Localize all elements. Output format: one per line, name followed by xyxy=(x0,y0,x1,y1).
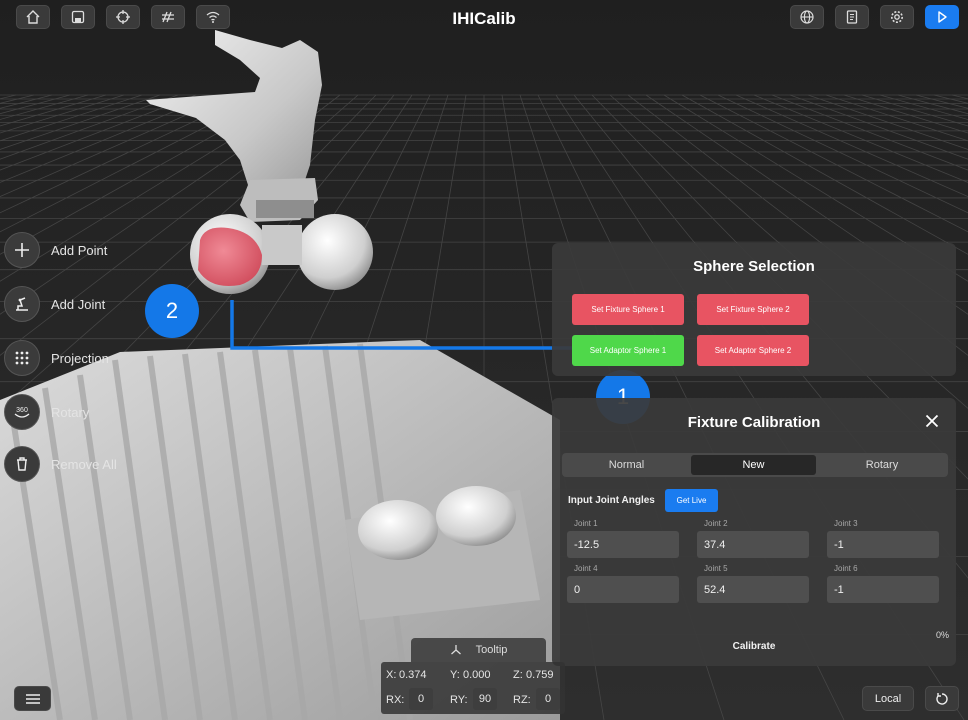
reset-icon xyxy=(936,692,948,705)
robot-joint-icon xyxy=(16,297,28,311)
document-icon xyxy=(846,10,858,24)
dot-matrix-icon xyxy=(15,351,29,365)
calibrate-button[interactable]: Calibrate xyxy=(552,634,956,658)
svg-text:360: 360 xyxy=(16,407,28,414)
input-joint-angles-label: Input Joint Angles xyxy=(568,495,655,506)
tool-projection[interactable]: Projection xyxy=(4,340,109,376)
tool-rotary[interactable]: 360 Rotary xyxy=(4,394,89,430)
trash-icon xyxy=(17,457,27,471)
wifi-icon xyxy=(206,11,220,23)
joint-5-label: Joint 5 xyxy=(704,564,728,573)
tool-label: Rotary xyxy=(51,404,90,420)
tool-label: Remove All xyxy=(51,456,117,472)
tool-circle xyxy=(4,286,40,322)
coordinates-hud: X: 0.374 Y: 0.000 Z: 0.759 RX: 0 RY: 90 … xyxy=(381,662,565,714)
grid-button[interactable] xyxy=(151,5,185,29)
home-icon xyxy=(26,10,40,24)
rx-label: RX: xyxy=(386,694,405,706)
gear-icon xyxy=(891,11,903,23)
crosshair-icon xyxy=(116,10,130,24)
panel-title: Sphere Selection xyxy=(693,258,815,275)
joint-3-field[interactable]: -1 xyxy=(827,531,939,558)
target-button[interactable] xyxy=(106,5,140,29)
tool-add-joint[interactable]: Add Joint xyxy=(4,286,105,322)
tool-circle xyxy=(4,446,40,482)
menu-button[interactable] xyxy=(14,686,51,711)
tool-circle xyxy=(4,232,40,268)
joint-1-label: Joint 1 xyxy=(574,519,598,528)
fixture-calibration-panel: Fixture Calibration Normal New Rotary In… xyxy=(552,398,956,666)
save-button[interactable] xyxy=(61,5,95,29)
reset-view-button[interactable] xyxy=(925,686,959,711)
run-button[interactable] xyxy=(925,5,959,29)
rz-field[interactable]: 0 xyxy=(536,688,560,710)
joint-6-label: Joint 6 xyxy=(834,564,858,573)
tool-add-point[interactable]: Add Point xyxy=(4,232,107,268)
frame-toggle-button[interactable]: Local xyxy=(862,686,914,711)
globe-icon xyxy=(800,10,814,24)
save-icon xyxy=(71,10,85,24)
joint-4-label: Joint 4 xyxy=(574,564,598,573)
home-button[interactable] xyxy=(16,5,50,29)
tool-label: Projection xyxy=(51,350,109,366)
tool-circle: 360 xyxy=(4,394,40,430)
close-icon[interactable] xyxy=(925,414,939,428)
z-value: 0.759 xyxy=(526,669,554,681)
tool-label: Add Joint xyxy=(51,296,106,312)
rx-field[interactable]: 0 xyxy=(409,688,433,710)
panel-title: Fixture Calibration xyxy=(687,414,821,431)
play-icon xyxy=(938,11,947,23)
tab-normal[interactable]: Normal xyxy=(564,455,689,475)
tab-rotary[interactable]: Rotary xyxy=(818,455,946,475)
callout-badge-2: 2 xyxy=(145,284,199,338)
language-button[interactable] xyxy=(790,5,824,29)
tooltip-label: Tooltip xyxy=(475,644,508,656)
ry-label: RY: xyxy=(450,694,468,706)
tab-new[interactable]: New xyxy=(691,455,816,475)
joint-2-field[interactable]: 37.4 xyxy=(697,531,809,558)
rz-label: RZ: xyxy=(513,694,531,706)
set-fixture-sphere-1-button[interactable]: Set Fixture Sphere 1 xyxy=(572,294,684,325)
joint-4-field[interactable]: 0 xyxy=(567,576,679,603)
plus-icon xyxy=(15,243,29,257)
document-button[interactable] xyxy=(835,5,869,29)
y-label: Y: xyxy=(450,669,460,681)
y-value: 0.000 xyxy=(463,669,491,681)
axes-icon xyxy=(450,645,461,655)
joint-2-label: Joint 2 xyxy=(704,519,728,528)
ry-field[interactable]: 90 xyxy=(473,688,497,710)
mode-tabs: Normal New Rotary xyxy=(562,453,948,477)
tool-remove-all[interactable]: Remove All xyxy=(4,446,117,482)
x-value: 0.374 xyxy=(399,669,427,681)
sphere-selection-panel: Sphere Selection Set Fixture Sphere 1 Se… xyxy=(552,243,956,376)
tool-circle xyxy=(4,340,40,376)
wifi-button[interactable] xyxy=(196,5,230,29)
hamburger-icon xyxy=(25,693,40,704)
joint-3-label: Joint 3 xyxy=(834,519,858,528)
settings-button[interactable] xyxy=(880,5,914,29)
joint-5-field[interactable]: 52.4 xyxy=(697,576,809,603)
joint-6-field[interactable]: -1 xyxy=(827,576,939,603)
rotate-360-icon: 360 xyxy=(14,407,30,418)
set-adaptor-sphere-1-button[interactable]: Set Adaptor Sphere 1 xyxy=(572,335,684,366)
joint-1-field[interactable]: -12.5 xyxy=(567,531,679,558)
set-adaptor-sphere-2-button[interactable]: Set Adaptor Sphere 2 xyxy=(697,335,809,366)
x-label: X: xyxy=(386,669,397,681)
set-fixture-sphere-2-button[interactable]: Set Fixture Sphere 2 xyxy=(697,294,809,325)
z-label: Z: xyxy=(513,669,523,681)
tooltip-toggle[interactable]: Tooltip xyxy=(411,638,546,662)
grid-icon xyxy=(162,11,174,23)
get-live-button[interactable]: Get Live xyxy=(665,489,718,512)
tool-label: Add Point xyxy=(51,242,108,258)
